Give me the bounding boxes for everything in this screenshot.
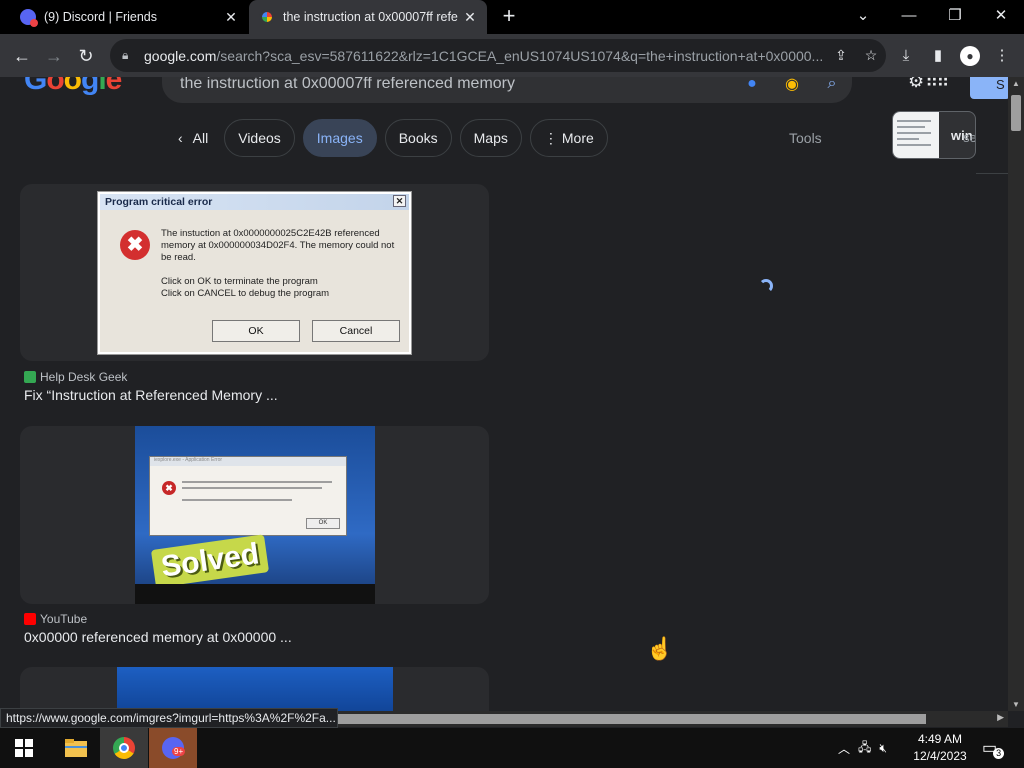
- lock-icon[interactable]: 🔒︎: [122, 48, 134, 63]
- tab-close-icon[interactable]: ✕: [220, 9, 242, 26]
- taskbar-clock[interactable]: 4:49 AM 12/4/2023: [900, 731, 980, 765]
- browser-titlebar: (9) Discord | Friends ✕ the instruction …: [0, 0, 1024, 34]
- result-image: Program critical error ✕ ✖ The instuction…: [98, 192, 411, 354]
- result-source[interactable]: Help Desk Geek: [24, 370, 127, 384]
- chip-all[interactable]: ‹ All: [170, 119, 216, 157]
- minimize-button[interactable]: —: [886, 0, 932, 34]
- tools-button[interactable]: Tools: [789, 130, 822, 146]
- microphone-icon[interactable]: ●: [732, 77, 772, 93]
- discord-icon: [20, 9, 38, 27]
- apps-grid-icon[interactable]: ⚙ ⠿⠿: [908, 77, 949, 92]
- dialog-message: The instuction at 0x0000000025C2E42B ref…: [161, 228, 395, 299]
- result-title[interactable]: Fix “Instruction at Referenced Memory ..…: [24, 387, 278, 403]
- lens-icon[interactable]: ◉: [772, 77, 812, 94]
- result-image: [117, 667, 393, 711]
- related-search-chip[interactable]: win search: [892, 111, 976, 159]
- search-icon[interactable]: ⌕: [812, 77, 852, 93]
- dialog-cancel-button: Cancel: [312, 320, 400, 342]
- image-result-card[interactable]: Program critical error ✕ ✖ The instuction…: [20, 184, 489, 361]
- error-icon: ✖: [162, 481, 176, 495]
- chip-videos[interactable]: Videos: [224, 119, 295, 157]
- solved-badge: Solved: [150, 534, 270, 588]
- tab-search-button[interactable]: ⌄: [840, 0, 886, 34]
- loading-spinner-icon: [759, 279, 773, 293]
- more-vert-icon: ⋮: [543, 129, 558, 146]
- chrome-taskbar-icon[interactable]: [100, 728, 148, 768]
- scroll-right-icon[interactable]: ▶: [997, 712, 1004, 723]
- clock-date: 12/4/2023: [913, 749, 967, 763]
- status-bar-url: https://www.google.com/imgres?imgurl=htt…: [0, 708, 338, 728]
- result-image: iexplore.exe - Application Error ✖ OK So…: [135, 426, 375, 604]
- chevron-up-icon[interactable]: ︿: [838, 740, 850, 757]
- scrollbar-thumb[interactable]: [1011, 95, 1021, 131]
- tab-discord[interactable]: (9) Discord | Friends ✕: [0, 0, 248, 34]
- url-text: google.com/search?sca_esv=587611622&rlz=…: [144, 47, 824, 64]
- result-title[interactable]: 0x00000 referenced memory at 0x00000 ...: [24, 629, 292, 645]
- chip-images[interactable]: Images: [302, 119, 377, 157]
- scroll-up-icon[interactable]: ▲: [1008, 79, 1024, 88]
- search-box[interactable]: the instruction at 0x00007ff referenced …: [162, 77, 852, 103]
- download-icon[interactable]: ⤓: [892, 42, 920, 70]
- forward-arrow-icon[interactable]: →: [40, 42, 68, 70]
- restore-button[interactable]: ❐: [932, 0, 978, 34]
- volume-muted-icon[interactable]: 🔇︎: [879, 741, 887, 756]
- dialog-ok-button: OK: [212, 320, 300, 342]
- search-query[interactable]: the instruction at 0x00007ff referenced …: [180, 77, 732, 93]
- related-label-2: search: [963, 130, 975, 145]
- windows-start-icon[interactable]: [0, 728, 48, 768]
- clock-time: 4:49 AM: [917, 732, 963, 746]
- helpdeskgeek-favicon-icon: [24, 371, 36, 383]
- discord-taskbar-icon[interactable]: 9+: [149, 728, 197, 768]
- chip-books[interactable]: Books: [384, 119, 452, 157]
- notification-badge: 9+: [172, 747, 186, 756]
- side-panel-icon[interactable]: ▮: [924, 42, 952, 70]
- divider: [976, 173, 1008, 174]
- sign-in-button[interactable]: S: [970, 77, 1008, 99]
- network-icon[interactable]: 🖧︎: [858, 738, 871, 759]
- close-icon: ✕: [393, 195, 406, 207]
- dialog-caption: Program critical error ✕: [100, 194, 409, 210]
- tab-google-search[interactable]: the instruction at 0x00007ff refe ✕: [249, 0, 487, 34]
- image-result-card[interactable]: [20, 667, 489, 711]
- new-tab-button[interactable]: +: [496, 4, 522, 30]
- share-icon[interactable]: ⇪: [826, 47, 856, 64]
- reload-icon[interactable]: ↻: [72, 42, 100, 70]
- system-tray: ︿ 🖧︎ 🔇︎: [838, 728, 887, 768]
- error-dialog-image: iexplore.exe - Application Error ✖ OK: [149, 456, 347, 536]
- file-explorer-icon[interactable]: [52, 728, 100, 768]
- tab-title: (9) Discord | Friends: [44, 10, 157, 24]
- related-thumbnail: [893, 112, 939, 158]
- scroll-down-icon[interactable]: ▼: [1008, 700, 1024, 709]
- result-source[interactable]: YouTube: [24, 612, 87, 626]
- vertical-scrollbar[interactable]: ▲ ▼: [1008, 77, 1024, 711]
- hand-cursor-icon: ☝: [646, 636, 674, 661]
- windows-taskbar: 9+ ︿ 🖧︎ 🔇︎ 4:49 AM 12/4/2023 ▭ 3: [0, 728, 1024, 768]
- back-arrow-icon[interactable]: ←: [8, 42, 36, 70]
- address-bar[interactable]: 🔒︎ google.com/search?sca_esv=587611622&r…: [110, 39, 886, 72]
- notification-count: 3: [993, 747, 1005, 759]
- profile-avatar-icon[interactable]: ●: [956, 42, 984, 70]
- chip-more[interactable]: ⋮ More: [529, 119, 608, 157]
- search-filter-chips: ‹ All Videos Images Books Maps ⋮ More: [170, 119, 608, 157]
- google-logo[interactable]: Google: [24, 77, 122, 97]
- kebab-menu-icon[interactable]: ⋮: [988, 42, 1016, 70]
- bookmark-star-icon[interactable]: ☆: [856, 47, 886, 64]
- scrollbar-thumb[interactable]: [336, 714, 926, 724]
- image-result-card[interactable]: iexplore.exe - Application Error ✖ OK So…: [20, 426, 489, 604]
- chevron-left-icon: ‹: [178, 130, 183, 146]
- tab-close-icon[interactable]: ✕: [459, 9, 481, 26]
- error-icon: ✖: [120, 230, 150, 260]
- google-icon: [259, 9, 275, 25]
- chip-maps[interactable]: Maps: [459, 119, 522, 157]
- browser-toolbar: ← → ↻ 🔒︎ google.com/search?sca_esv=58761…: [0, 34, 1024, 77]
- youtube-favicon-icon: [24, 613, 36, 625]
- horizontal-scrollbar[interactable]: ▶: [336, 711, 1008, 727]
- tab-title: the instruction at 0x00007ff refe: [283, 10, 458, 24]
- close-window-button[interactable]: ✕: [978, 0, 1024, 34]
- page-content: Google the instruction at 0x00007ff refe…: [0, 77, 1008, 711]
- action-center-icon[interactable]: ▭ 3: [982, 728, 1005, 768]
